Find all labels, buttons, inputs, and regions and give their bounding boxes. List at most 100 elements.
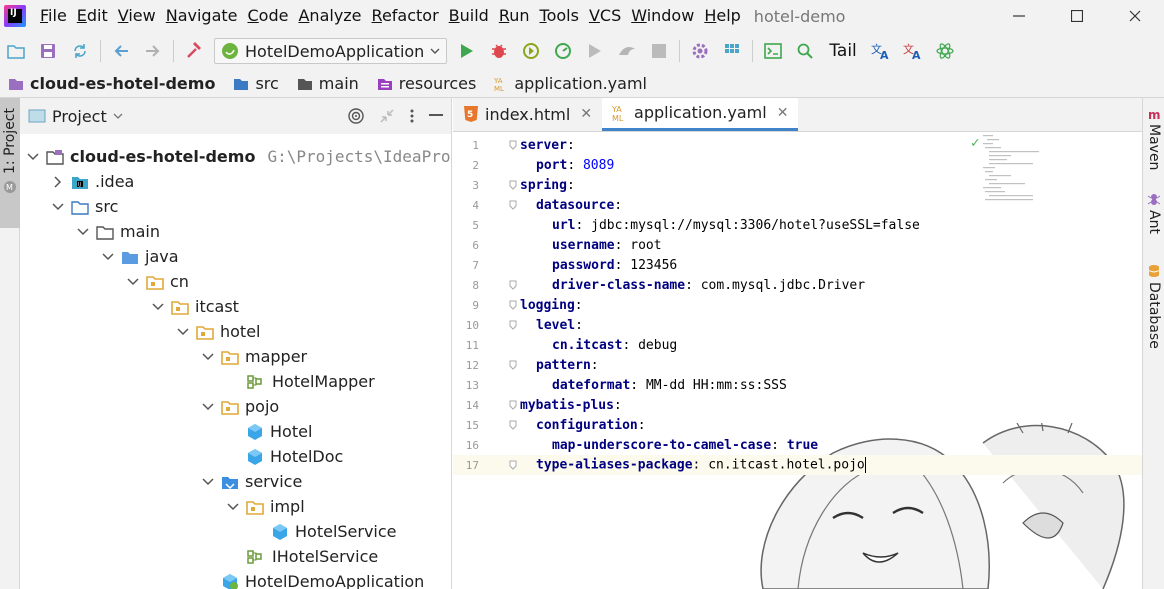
menu-item-file[interactable]: File (35, 0, 72, 32)
tail-button[interactable]: Tail (829, 41, 856, 61)
fold-marker-icon[interactable] (508, 180, 518, 190)
project-tool-window-tab[interactable]: 1: Project M (0, 98, 20, 228)
fold-marker-icon[interactable] (508, 200, 518, 210)
chevron-down-icon[interactable] (201, 475, 215, 489)
open-button[interactable] (3, 38, 29, 64)
tree-item[interactable]: HotelDemoApplication (201, 569, 424, 589)
chevron-down-icon[interactable] (51, 200, 65, 214)
tree-item[interactable]: hotel (176, 319, 261, 344)
fold-marker-icon[interactable] (508, 300, 518, 310)
fold-marker-icon[interactable] (508, 460, 518, 470)
chevron-down-icon[interactable] (226, 500, 240, 514)
fold-marker-icon[interactable] (508, 420, 518, 430)
save-all-button[interactable] (35, 38, 61, 64)
collapse-all-icon[interactable] (379, 108, 395, 124)
tree-item[interactable]: IHotelService (226, 544, 378, 569)
attach-button[interactable] (614, 38, 640, 64)
breadcrumb-item-project[interactable]: cloud-es-hotel-demo (8, 74, 215, 93)
menu-item-analyze[interactable]: Analyze (293, 0, 366, 32)
breadcrumb-item-main[interactable]: main (297, 74, 359, 93)
tree-item[interactable]: HotelService (251, 519, 397, 544)
maven-tool-window-tab[interactable]: m Maven (1143, 108, 1164, 170)
tree-item[interactable]: mapper (201, 344, 307, 369)
menu-item-edit[interactable]: Edit (72, 0, 113, 32)
tree-item[interactable]: HotelDoc (226, 444, 343, 469)
hide-panel-icon[interactable] (429, 114, 443, 118)
chevron-down-icon[interactable] (151, 300, 165, 314)
translate-button[interactable]: 文A (868, 38, 894, 64)
menu-item-vcs[interactable]: VCS (584, 0, 626, 32)
menu-item-help[interactable]: Help (699, 0, 745, 32)
sync-button[interactable] (67, 38, 93, 64)
chevron-down-icon[interactable] (126, 275, 140, 289)
run-disabled-button[interactable] (582, 38, 608, 64)
search-button[interactable] (792, 38, 818, 64)
tree-item[interactable]: service (201, 469, 302, 494)
tree-item[interactable]: HotelMapper (226, 369, 375, 394)
tree-item[interactable]: Hotel (226, 419, 312, 444)
locate-file-icon[interactable] (347, 107, 365, 125)
ant-tool-window-tab[interactable]: Ant (1143, 192, 1164, 234)
fold-marker-icon[interactable] (508, 400, 518, 410)
chevron-down-icon[interactable] (26, 150, 40, 164)
maximize-button[interactable] (1048, 0, 1106, 32)
profile-button[interactable] (550, 38, 576, 64)
chevron-right-icon[interactable] (51, 175, 65, 189)
code-editor[interactable]: ✓ 1 server: 2 port: 8089 3 spring: 4 dat… (453, 133, 1142, 589)
tab-index-html[interactable]: 5 index.html ✕ (453, 98, 602, 131)
breadcrumb-item-src[interactable]: src (233, 74, 279, 93)
chevron-down-icon[interactable] (76, 225, 90, 239)
menu-item-run[interactable]: Run (494, 0, 535, 32)
forward-button[interactable] (140, 38, 166, 64)
menu-item-window[interactable]: Window (626, 0, 699, 32)
close-tab-icon[interactable]: ✕ (580, 106, 592, 122)
back-button[interactable] (108, 38, 134, 64)
more-options-icon[interactable] (409, 108, 415, 124)
chevron-down-icon[interactable] (176, 325, 190, 339)
settings-button[interactable] (687, 38, 713, 64)
tree-item[interactable]: IJ .idea (51, 169, 134, 194)
tree-item[interactable]: src (51, 194, 118, 219)
fold-marker-icon[interactable] (508, 140, 518, 150)
menu-item-navigate[interactable]: Navigate (161, 0, 243, 32)
minimize-button[interactable] (990, 0, 1048, 32)
fold-marker-icon[interactable] (508, 320, 518, 330)
menu-item-refactor[interactable]: Refactor (367, 0, 444, 32)
plugin-button[interactable] (932, 38, 958, 64)
tree-item[interactable]: impl (226, 494, 305, 519)
close-window-button[interactable] (1106, 0, 1164, 32)
project-structure-button[interactable] (719, 38, 745, 64)
spring-boot-icon (222, 43, 238, 59)
debug-button[interactable] (486, 38, 512, 64)
project-panel-title[interactable]: Project (52, 107, 107, 126)
terminal-button[interactable] (760, 38, 786, 64)
breadcrumb-item-resources[interactable]: resources (377, 74, 476, 93)
run-button[interactable] (454, 38, 480, 64)
run-with-coverage-button[interactable] (518, 38, 544, 64)
chevron-down-icon[interactable] (101, 250, 115, 264)
fold-marker-icon[interactable] (508, 280, 518, 290)
menu-item-build[interactable]: Build (444, 0, 494, 32)
tree-item[interactable]: java (101, 244, 179, 269)
chevron-down-icon[interactable] (201, 400, 215, 414)
database-tool-window-tab[interactable]: Database (1143, 264, 1164, 349)
translate-replace-button[interactable]: 文A (900, 38, 926, 64)
breadcrumb-item-file[interactable]: YA ML application.yaml (494, 74, 647, 93)
chevron-down-icon[interactable] (201, 350, 215, 364)
build-button[interactable] (181, 38, 207, 64)
fold-marker-icon[interactable] (508, 360, 518, 370)
tree-item[interactable]: cloud-es-hotel-demo G:\Projects\IdeaProje… (26, 144, 451, 169)
tree-item[interactable]: pojo (201, 394, 279, 419)
menu-item-view[interactable]: View (113, 0, 161, 32)
stop-button[interactable] (646, 38, 672, 64)
close-tab-icon[interactable]: ✕ (777, 105, 789, 121)
chevron-down-icon[interactable] (113, 112, 123, 120)
tree-item[interactable]: cn (126, 269, 189, 294)
menu-item-code[interactable]: Code (243, 0, 294, 32)
tab-application-yaml[interactable]: YA ML application.yaml ✕ (602, 98, 799, 131)
run-configuration-selector[interactable]: HotelDemoApplication (214, 38, 448, 64)
tree-item[interactable]: itcast (151, 294, 239, 319)
menu-item-tools[interactable]: Tools (535, 0, 584, 32)
tree-item-label: cloud-es-hotel-demo (70, 147, 256, 166)
tree-item[interactable]: main (76, 219, 160, 244)
